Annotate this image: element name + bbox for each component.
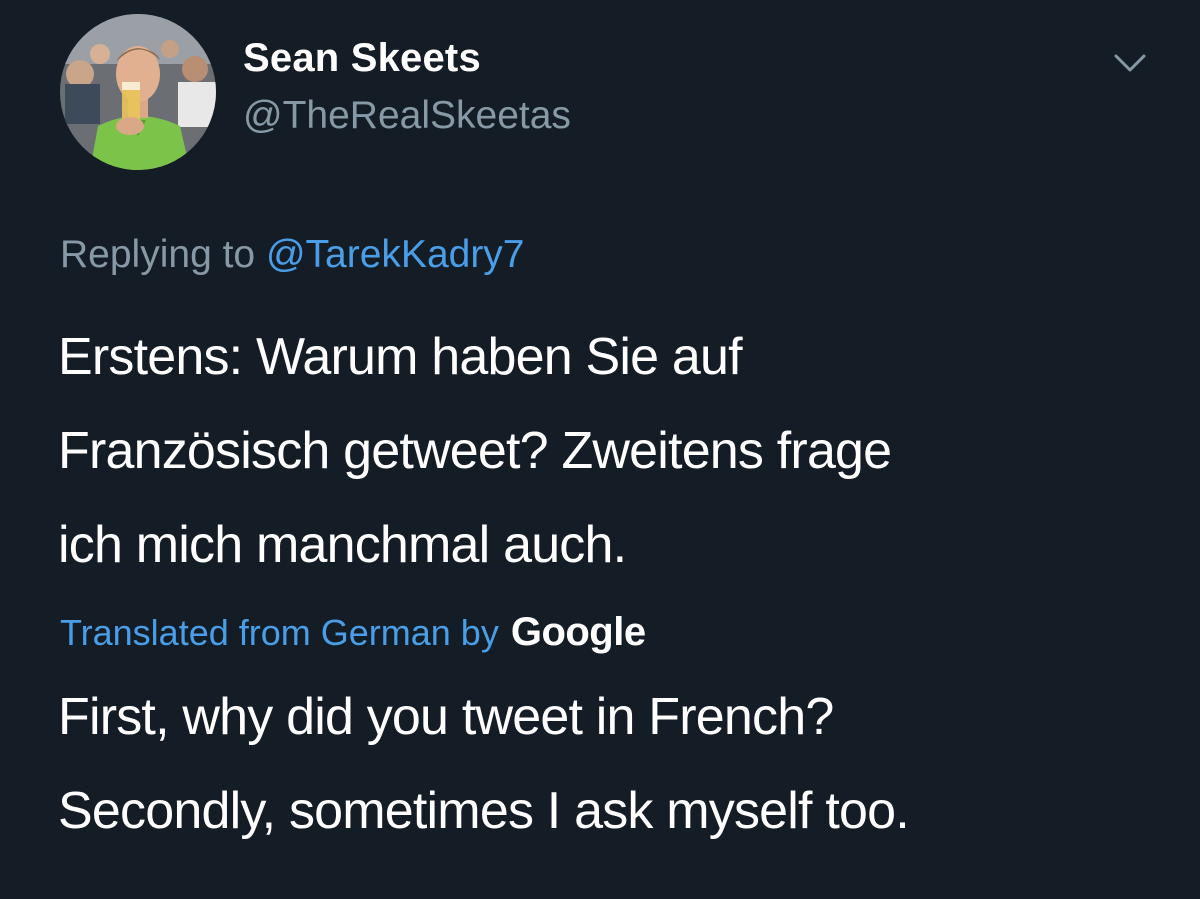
translated-text: First, why did you tweet in French? Seco… xyxy=(58,670,1158,858)
tweet-text-line: Erstens: Warum haben Sie auf xyxy=(58,328,743,386)
translation-credit-label: Translated from German by xyxy=(60,612,499,653)
reply-mention-link[interactable]: @TarekKadry7 xyxy=(266,233,525,276)
translated-text-line: Secondly, sometimes I ask myself too. xyxy=(58,782,910,840)
google-logo: Google xyxy=(510,610,646,654)
avatar[interactable] xyxy=(60,14,216,170)
translation-credit[interactable]: Translated from German by Google xyxy=(60,610,646,655)
tweet-text: Erstens: Warum haben Sie auf Französisch… xyxy=(58,310,1158,592)
replying-to-label: Replying to xyxy=(60,233,256,276)
display-name[interactable]: Sean Skeets xyxy=(243,36,481,81)
tweet-card: Sean Skeets @TheRealSkeetas Replying to … xyxy=(0,0,1200,899)
chevron-down-icon[interactable] xyxy=(1108,44,1152,84)
profile-photo-icon xyxy=(60,14,216,170)
replying-to: Replying to @TarekKadry7 xyxy=(60,233,525,277)
translated-text-line: First, why did you tweet in French? xyxy=(58,688,834,746)
tweet-text-line: ich mich manchmal auch. xyxy=(58,516,627,574)
tweet-text-line: Französisch getweet? Zweitens frage xyxy=(58,422,892,480)
user-handle[interactable]: @TheRealSkeetas xyxy=(243,94,571,138)
